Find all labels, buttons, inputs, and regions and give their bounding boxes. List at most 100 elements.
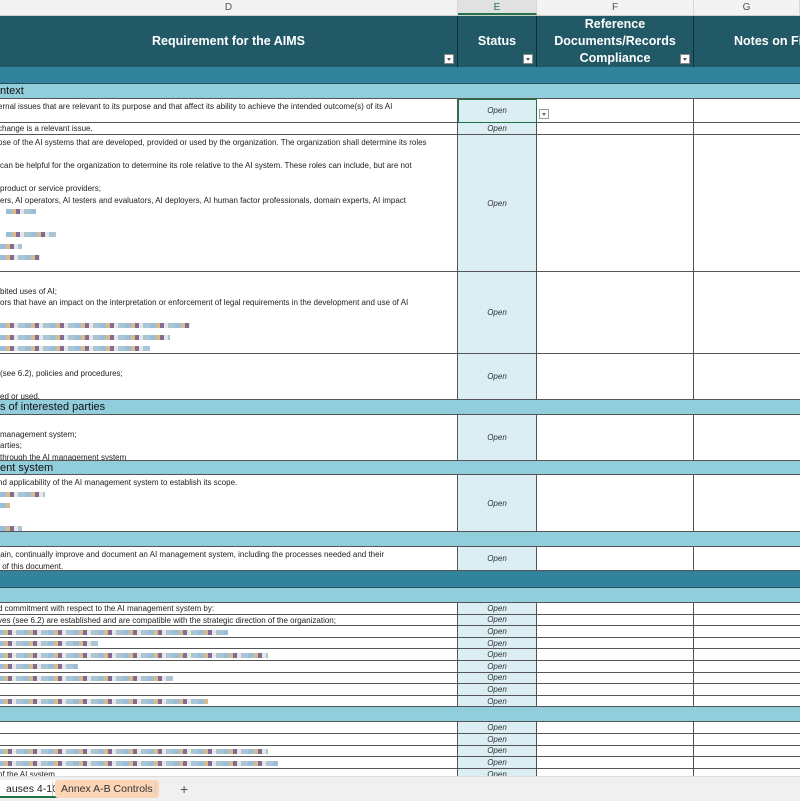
notes-cell[interactable] xyxy=(694,734,800,746)
requirement-cell[interactable] xyxy=(0,684,458,696)
header-requirement-label: Requirement for the AIMS xyxy=(151,34,306,48)
notes-cell[interactable] xyxy=(694,746,800,758)
column-header-g[interactable]: G xyxy=(694,0,800,15)
status-cell[interactable]: Open xyxy=(458,547,537,571)
requirement-cell[interactable]: change is a relevant issue. xyxy=(0,123,458,135)
status-cell[interactable]: Open xyxy=(458,135,537,272)
column-header-f[interactable]: F xyxy=(537,0,694,15)
status-cell[interactable]: Open xyxy=(458,722,537,734)
requirement-cell[interactable]: ves (see 6.2) are established and are co… xyxy=(0,614,458,627)
status-cell[interactable]: Open xyxy=(458,734,537,746)
reference-cell[interactable] xyxy=(537,695,694,708)
sheet-tab-annex-controls[interactable]: Annex A-B Controls xyxy=(55,780,159,798)
filter-dropdown-icon[interactable] xyxy=(444,54,454,64)
status-cell[interactable]: Open xyxy=(458,614,537,627)
notes-cell[interactable] xyxy=(694,684,800,696)
reference-cell[interactable] xyxy=(537,603,694,615)
requirement-cell[interactable]: bited uses of AI; ors that have an impac… xyxy=(0,272,458,354)
column-header-d[interactable]: D xyxy=(0,0,458,15)
reference-cell[interactable] xyxy=(537,547,694,571)
reference-cell[interactable] xyxy=(537,415,694,461)
reference-cell[interactable] xyxy=(537,661,694,673)
reference-cell[interactable] xyxy=(537,768,694,776)
reference-cell[interactable] xyxy=(537,734,694,746)
status-cell[interactable]: Open xyxy=(458,768,537,776)
requirement-cell[interactable]: ernal issues that are relevant to its pu… xyxy=(0,99,458,123)
reference-cell[interactable] xyxy=(537,475,694,532)
requirement-cell[interactable] xyxy=(0,734,458,746)
redacted-text xyxy=(0,255,40,261)
status-cell[interactable]: Open xyxy=(458,354,537,400)
status-cell-selected[interactable]: Open xyxy=(458,99,537,123)
filter-dropdown-icon[interactable] xyxy=(680,54,690,64)
notes-cell[interactable] xyxy=(694,769,800,776)
notes-cell[interactable] xyxy=(694,649,800,661)
filter-dropdown-icon[interactable] xyxy=(523,54,533,64)
requirement-cell[interactable]: management system; arties; through the A… xyxy=(0,415,458,461)
requirement-cell[interactable] xyxy=(0,626,458,638)
requirement-cell[interactable]: ose of the AI systems that are developed… xyxy=(0,135,458,272)
status-cell[interactable]: Open xyxy=(458,757,537,769)
requirement-cell[interactable] xyxy=(0,661,458,673)
requirement-cell[interactable] xyxy=(0,637,458,650)
reference-cell[interactable] xyxy=(537,123,694,135)
add-sheet-button[interactable]: + xyxy=(180,780,188,798)
reference-cell[interactable] xyxy=(537,272,694,354)
reference-cell[interactable] xyxy=(537,672,694,685)
reference-cell[interactable] xyxy=(537,745,694,758)
status-cell[interactable]: Open xyxy=(458,695,537,708)
requirement-cell[interactable] xyxy=(0,722,458,734)
notes-cell[interactable] xyxy=(694,757,800,769)
notes-cell[interactable] xyxy=(694,415,800,461)
requirement-cell[interactable]: d commitment with respect to the AI mana… xyxy=(0,603,458,615)
reference-cell[interactable] xyxy=(537,626,694,638)
notes-cell[interactable] xyxy=(694,99,800,123)
requirement-cell[interactable]: of the AI system xyxy=(0,768,458,776)
requirement-cell[interactable]: tain, continually improve and document a… xyxy=(0,547,458,571)
notes-cell[interactable] xyxy=(694,272,800,354)
notes-cell[interactable] xyxy=(694,661,800,673)
reference-cell[interactable] xyxy=(537,684,694,696)
reference-cell[interactable] xyxy=(537,637,694,650)
notes-cell[interactable] xyxy=(694,354,800,400)
notes-cell[interactable] xyxy=(694,135,800,272)
status-cell[interactable]: Open xyxy=(458,626,537,638)
requirement-cell[interactable] xyxy=(0,695,458,708)
requirement-cell[interactable] xyxy=(0,757,458,769)
reference-cell[interactable] xyxy=(537,649,694,661)
status-dropdown-button[interactable] xyxy=(539,109,549,119)
notes-cell[interactable] xyxy=(694,547,800,571)
status-cell[interactable]: Open xyxy=(458,661,537,673)
notes-cell[interactable] xyxy=(694,615,800,627)
status-cell[interactable]: Open xyxy=(458,637,537,650)
column-header-e[interactable]: E xyxy=(458,0,537,15)
reference-cell[interactable] xyxy=(537,614,694,627)
status-cell[interactable]: Open xyxy=(458,684,537,696)
status-cell[interactable]: Open xyxy=(458,672,537,685)
notes-cell[interactable] xyxy=(694,123,800,135)
notes-cell[interactable] xyxy=(694,638,800,650)
status-cell[interactable]: Open xyxy=(458,272,537,354)
requirement-cell[interactable]: (see 6.2), policies and procedures; ed o… xyxy=(0,354,458,400)
notes-cell[interactable] xyxy=(694,722,800,734)
notes-cell[interactable] xyxy=(694,696,800,708)
notes-cell[interactable] xyxy=(694,603,800,615)
reference-cell[interactable] xyxy=(537,354,694,400)
reference-cell[interactable] xyxy=(537,722,694,734)
requirement-cell[interactable] xyxy=(0,672,458,685)
notes-cell[interactable] xyxy=(694,475,800,532)
notes-cell[interactable] xyxy=(694,673,800,685)
reference-cell[interactable] xyxy=(537,757,694,769)
status-cell[interactable]: Open xyxy=(458,603,537,615)
reference-cell[interactable] xyxy=(537,99,694,123)
status-cell[interactable]: Open xyxy=(458,475,537,532)
notes-cell[interactable] xyxy=(694,626,800,638)
status-cell[interactable]: Open xyxy=(458,745,537,758)
requirement-cell[interactable]: nd applicability of the AI management sy… xyxy=(0,475,458,532)
status-cell[interactable]: Open xyxy=(458,415,537,461)
reference-cell[interactable] xyxy=(537,135,694,272)
status-cell[interactable]: Open xyxy=(458,123,537,135)
requirement-cell[interactable] xyxy=(0,745,458,758)
status-cell[interactable]: Open xyxy=(458,649,537,661)
requirement-cell[interactable] xyxy=(0,649,458,661)
